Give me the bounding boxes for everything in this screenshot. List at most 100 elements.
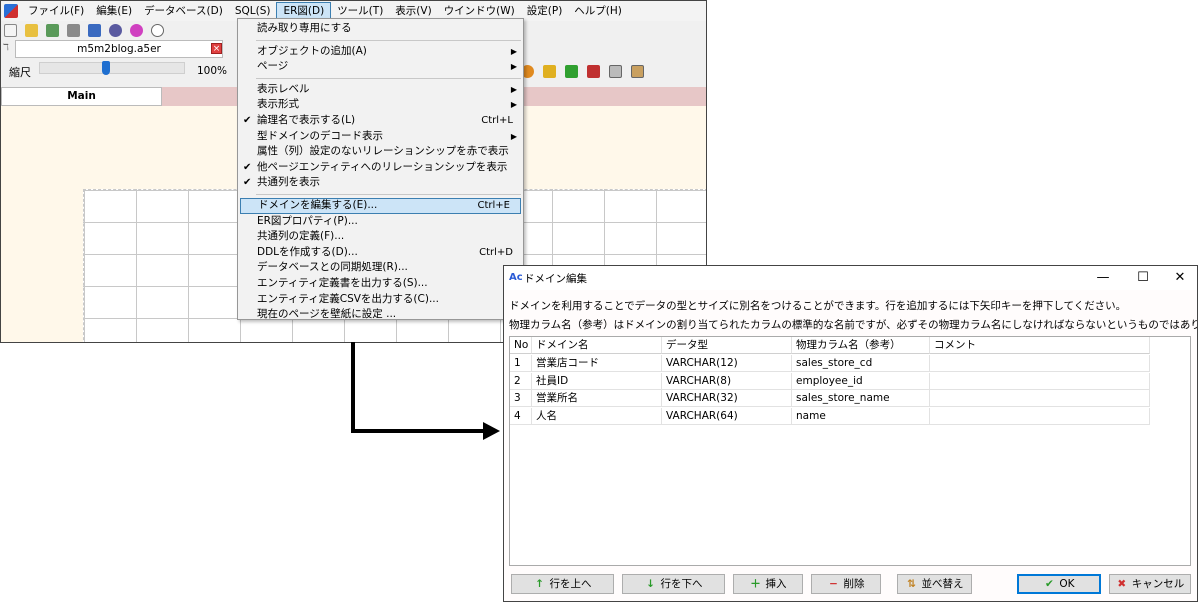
maximize-icon[interactable]: ☐ [1129,269,1157,287]
open-folder-icon[interactable] [25,23,38,37]
table-cell[interactable]: VARCHAR(64) [662,407,792,425]
er-menu-item-label: DDLを作成する(D)... [257,245,358,258]
redo-icon[interactable] [565,64,578,78]
dialog-description-2: 物理カラム名（参考）はドメインの割り当てられたカラムの標準的な名前ですが、必ずそ… [509,319,1198,331]
er-menu-item[interactable]: 読み取り専用にする [238,21,523,37]
database-connect-icon[interactable] [67,23,80,37]
document-tab[interactable]: ℸ m5m2blog.a5er × [1,40,239,58]
ok-button[interactable]: ✔ OK [1017,574,1101,594]
row-down-button[interactable]: ↓ 行を下へ [622,574,725,594]
table-cell[interactable]: 営業店コード [532,355,662,372]
table-cell[interactable]: employee_id [792,372,930,390]
row-up-button[interactable]: ↑ 行を上へ [511,574,614,594]
er-menu-item-label: 他ページエンティティへのリレーションシップを表示 [257,160,508,173]
tab-main[interactable]: Main [1,87,162,106]
table-cell[interactable]: 営業所名 [532,390,662,407]
dialog-titlebar[interactable]: Ac ドメイン編集 — ☐ ✕ [504,266,1197,290]
gear-icon[interactable] [109,23,122,37]
tab-list-icon[interactable]: ℸ [3,43,9,53]
minimize-icon[interactable]: — [1089,269,1117,287]
er-menu-item[interactable]: データベースとの同期処理(R)... [238,260,523,276]
column-header[interactable]: No [510,337,532,354]
table-cell[interactable]: 4 [510,407,532,425]
menu-help[interactable]: ヘルプ(H) [568,2,628,20]
er-menu-item-label: 表示形式 [257,98,299,111]
cancel-button[interactable]: ✖ キャンセル [1109,574,1191,594]
er-menu-item[interactable]: 型ドメインのデコード表示 ▶ [238,129,523,145]
clock-icon[interactable] [151,23,164,37]
er-menu-item[interactable]: 共通列の定義(F)... [238,229,523,245]
arrow-up-icon: ↑ [535,578,544,590]
table-cell[interactable] [930,390,1150,407]
er-menu-item-label: データベースとの同期処理(R)... [257,261,408,274]
cross-icon: ✖ [1117,578,1127,590]
column-header[interactable]: データ型 [662,337,792,354]
menu-separator [256,77,521,79]
cut-icon[interactable] [587,64,600,78]
column-header[interactable]: コメント [930,337,1150,354]
new-file-icon[interactable] [4,23,17,37]
er-menu-item[interactable]: エンティティ定義書を出力する(S)... [238,276,523,292]
close-tab-icon[interactable]: × [211,43,222,54]
menu-database[interactable]: データベース(D) [138,2,229,20]
table-cell[interactable]: VARCHAR(8) [662,372,792,390]
table-cell[interactable] [930,355,1150,372]
table-cell[interactable]: 2 [510,372,532,390]
er-menu-item[interactable]: ER図プロパティ(P)... [238,214,523,230]
insert-button[interactable]: ＋挿入 [733,574,803,594]
er-menu-item[interactable]: 表示形式 ▶ [238,97,523,113]
sort-icon: ⇅ [907,578,916,590]
er-menu-item-label: 型ドメインのデコード表示 [257,129,383,142]
table-cell[interactable]: 1 [510,355,532,372]
zoom-slider[interactable] [39,62,185,74]
er-menu-item-label: ER図プロパティ(P)... [257,214,358,227]
er-menu-item-label: 表示レベル [257,82,310,95]
menu-settings[interactable]: 設定(P) [521,2,569,20]
er-menu-item[interactable]: オブジェクトの追加(A) ▶ [238,44,523,60]
er-menu-item[interactable]: ✔ 論理名で表示する(L) Ctrl+L [238,113,523,129]
er-menu-item-label: エンティティ定義書を出力する(S)... [257,276,428,289]
er-menu-item[interactable]: ページ ▶ [238,59,523,75]
table-cell[interactable]: sales_store_name [792,390,930,407]
er-menu-item-label: オブジェクトの追加(A) [257,44,367,57]
er-dropdown-menu: 読み取り専用にする オブジェクトの追加(A) ▶ ページ ▶ 表示レベル ▶ 表示形式 ▶ ✔ 論理… [237,18,524,320]
table-cell[interactable]: VARCHAR(32) [662,390,792,407]
er-menu-item[interactable]: 現在のページを壁紙に設定 ... [238,307,523,323]
er-menu-item[interactable]: 属性（列）設定のないリレーションシップを赤で表示 [238,144,523,160]
table-cell[interactable] [930,372,1150,390]
er-menu-item[interactable]: エンティティ定義CSVを出力する(C)... [238,292,523,308]
table-cell[interactable]: VARCHAR(12) [662,355,792,372]
table-cell[interactable]: name [792,407,930,425]
column-header[interactable]: ドメイン名 [532,337,662,354]
table-cell[interactable]: 人名 [532,407,662,425]
table-cell[interactable]: 3 [510,390,532,407]
delete-button[interactable]: − 削除 [811,574,881,594]
er-menu-item[interactable]: DDLを作成する(D)... Ctrl+D [238,245,523,261]
pointer-arrow [351,342,500,440]
zoom-label: 縮尺 [9,66,31,79]
menu-file[interactable]: ファイル(F) [22,2,90,20]
undo-icon[interactable] [543,64,556,78]
menu-edit[interactable]: 編集(E) [90,2,138,20]
books-icon[interactable] [88,23,101,37]
check-icon: ✔ [1045,578,1054,590]
copy-icon[interactable] [609,64,622,78]
er-menu-item-shortcut: Ctrl+E [477,199,511,211]
dialog-description-1: ドメインを利用することでデータの型とサイズに別名をつけることができます。行を追加… [509,300,1127,312]
table-cell[interactable]: 社員ID [532,372,662,390]
column-header[interactable]: 物理カラム名（参考） [792,337,930,354]
er-menu-item[interactable]: 表示レベル ▶ [238,82,523,98]
er-menu-item[interactable]: ✔ 他ページエンティティへのリレーションシップを表示 [238,160,523,176]
zoom-slider-thumb[interactable] [102,61,110,75]
database-icon[interactable] [46,23,59,37]
document-tab-name[interactable]: m5m2blog.a5er [15,40,223,58]
table-cell[interactable]: sales_store_cd [792,355,930,372]
close-icon[interactable]: ✕ [1166,269,1194,287]
er-menu-item[interactable]: ✔ 共通列を表示 [238,175,523,191]
er-menu-item[interactable]: ドメインを編集する(E)... Ctrl+E [240,197,521,214]
paste-icon[interactable] [631,64,644,78]
table-cell[interactable] [930,407,1150,425]
er-menu-item-label: 共通列の定義(F)... [257,230,345,243]
plugin-icon[interactable] [130,23,143,37]
sort-button[interactable]: ⇅ 並べ替え [897,574,972,594]
